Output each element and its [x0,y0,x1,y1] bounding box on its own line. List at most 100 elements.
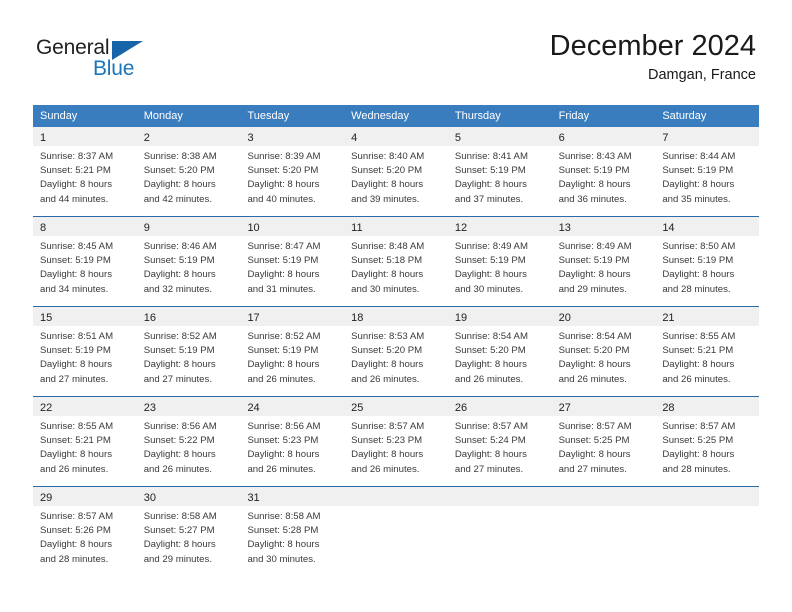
sunset-text: Sunset: 5:28 PM [247,525,319,537]
day-number-band: 21 [655,307,760,326]
sunset-text: Sunset: 5:19 PM [662,255,734,267]
day-number-band: 9 [136,217,241,236]
calendar-day-cell-27[interactable]: 27 Sunrise: 8:57 AM Sunset: 5:25 PM Dayl… [551,397,656,486]
calendar-day-cell-23[interactable]: 23 Sunrise: 8:56 AM Sunset: 5:22 PM Dayl… [136,397,241,486]
sunrise-text: Sunrise: 8:54 AM [558,331,632,342]
sunrise-text: Sunrise: 8:49 AM [454,241,528,252]
day-number-band: 25 [344,397,448,416]
day-number: 15 [40,312,53,324]
calendar-day-cell-24[interactable]: 24 Sunrise: 8:56 AM Sunset: 5:23 PM Dayl… [240,397,345,486]
calendar-week-row-3: 15 Sunrise: 8:51 AM Sunset: 5:19 PM Dayl… [33,306,760,396]
calendar-day-cell-18[interactable]: 18 Sunrise: 8:53 AM Sunset: 5:20 PM Dayl… [344,307,448,396]
calendar-day-cell-22[interactable]: 22 Sunrise: 8:55 AM Sunset: 5:21 PM Dayl… [33,397,137,486]
daylight-text-line2: and 37 minutes. [454,193,524,205]
calendar-day-cell-8[interactable]: 8 Sunrise: 8:45 AM Sunset: 5:19 PM Dayli… [33,217,137,306]
calendar-day-cell-5[interactable]: 5 Sunrise: 8:41 AM Sunset: 5:19 PM Dayli… [447,127,552,216]
calendar-day-cell-15[interactable]: 15 Sunrise: 8:51 AM Sunset: 5:19 PM Dayl… [33,307,137,396]
sunrise-text: Sunrise: 8:57 AM [351,421,425,432]
sunrise-text: Sunrise: 8:49 AM [558,241,632,252]
day-number: 1 [40,132,47,144]
daylight-text-line1: Daylight: 8 hours [558,359,631,371]
sunset-text: Sunset: 5:19 PM [558,255,630,267]
day-details: Sunrise: 8:49 AM Sunset: 5:19 PM Dayligh… [448,236,552,297]
daylight-text-line2: and 27 minutes. [40,373,109,385]
day-details: Sunrise: 8:53 AM Sunset: 5:20 PM Dayligh… [344,326,448,387]
calendar-day-cell-3[interactable]: 3 Sunrise: 8:39 AM Sunset: 5:20 PM Dayli… [240,127,345,216]
daylight-text-line2: and 30 minutes. [351,283,420,295]
calendar-day-cell-4[interactable]: 4 Sunrise: 8:40 AM Sunset: 5:20 PM Dayli… [344,127,448,216]
day-number: 10 [247,222,260,234]
day-number: 4 [351,132,358,144]
daylight-text-line2: and 36 minutes. [558,193,627,205]
day-details [344,506,448,510]
weekday-header-wednesday: Wednesday [351,110,410,122]
sunrise-text: Sunrise: 8:56 AM [247,421,321,432]
calendar-day-cell-29[interactable]: 29 Sunrise: 8:57 AM Sunset: 5:26 PM Dayl… [33,487,137,576]
page-title: December 2024 [549,30,756,62]
daylight-text-line1: Daylight: 8 hours [454,179,527,191]
sunrise-text: Sunrise: 8:47 AM [247,241,321,252]
daylight-text-line2: and 26 minutes. [40,463,109,475]
day-details: Sunrise: 8:57 AM Sunset: 5:23 PM Dayligh… [344,416,448,477]
daylight-text-line1: Daylight: 8 hours [454,269,527,281]
calendar-day-cell-9[interactable]: 9 Sunrise: 8:46 AM Sunset: 5:19 PM Dayli… [136,217,241,306]
daylight-text-line1: Daylight: 8 hours [40,179,112,191]
day-number-band: 28 [655,397,760,416]
day-number: 24 [247,402,260,414]
calendar-day-cell-6[interactable]: 6 Sunrise: 8:43 AM Sunset: 5:19 PM Dayli… [551,127,656,216]
daylight-text-line1: Daylight: 8 hours [351,269,424,281]
daylight-text-line2: and 28 minutes. [662,463,731,475]
day-details: Sunrise: 8:57 AM Sunset: 5:25 PM Dayligh… [552,416,656,477]
calendar-day-cell-12[interactable]: 12 Sunrise: 8:49 AM Sunset: 5:19 PM Dayl… [447,217,552,306]
day-number-band: 22 [33,397,137,416]
calendar-day-cell-2[interactable]: 2 Sunrise: 8:38 AM Sunset: 5:20 PM Dayli… [136,127,241,216]
sunset-text: Sunset: 5:20 PM [454,345,526,357]
calendar-day-cell-14[interactable]: 14 Sunrise: 8:50 AM Sunset: 5:19 PM Dayl… [655,217,760,306]
day-details: Sunrise: 8:44 AM Sunset: 5:19 PM Dayligh… [655,146,759,207]
daylight-text-line1: Daylight: 8 hours [662,179,735,191]
sunset-text: Sunset: 5:27 PM [143,525,215,537]
calendar-day-cell-25[interactable]: 25 Sunrise: 8:57 AM Sunset: 5:23 PM Dayl… [344,397,448,486]
day-details: Sunrise: 8:58 AM Sunset: 5:28 PM Dayligh… [240,506,344,567]
calendar-day-cell-30[interactable]: 30 Sunrise: 8:58 AM Sunset: 5:27 PM Dayl… [136,487,241,576]
sunset-text: Sunset: 5:26 PM [40,525,111,537]
daylight-text-line1: Daylight: 8 hours [351,449,424,461]
calendar-day-cell-7[interactable]: 7 Sunrise: 8:44 AM Sunset: 5:19 PM Dayli… [655,127,760,216]
daylight-text-line1: Daylight: 8 hours [558,179,631,191]
calendar-day-cell-10[interactable]: 10 Sunrise: 8:47 AM Sunset: 5:19 PM Dayl… [240,217,345,306]
daylight-text-line1: Daylight: 8 hours [40,359,112,371]
calendar-day-cell-11[interactable]: 11 Sunrise: 8:48 AM Sunset: 5:18 PM Dayl… [344,217,448,306]
calendar-day-cell-16[interactable]: 16 Sunrise: 8:52 AM Sunset: 5:19 PM Dayl… [136,307,241,396]
day-number-band: 23 [136,397,241,416]
day-number-band [344,487,448,506]
day-details [552,506,656,510]
daylight-text-line1: Daylight: 8 hours [662,359,735,371]
calendar-day-cell-20[interactable]: 20 Sunrise: 8:54 AM Sunset: 5:20 PM Dayl… [551,307,656,396]
calendar-day-cell-19[interactable]: 19 Sunrise: 8:54 AM Sunset: 5:20 PM Dayl… [447,307,552,396]
sunrise-text: Sunrise: 8:57 AM [662,421,736,432]
day-details: Sunrise: 8:45 AM Sunset: 5:19 PM Dayligh… [33,236,137,297]
calendar-day-cell-17[interactable]: 17 Sunrise: 8:52 AM Sunset: 5:19 PM Dayl… [240,307,345,396]
day-details [655,506,759,510]
sunrise-text: Sunrise: 8:58 AM [247,511,321,522]
daylight-text-line1: Daylight: 8 hours [247,539,320,551]
day-number: 30 [143,492,156,504]
calendar-day-cell-28[interactable]: 28 Sunrise: 8:57 AM Sunset: 5:25 PM Dayl… [655,397,760,486]
daylight-text-line2: and 39 minutes. [351,193,420,205]
daylight-text-line1: Daylight: 8 hours [662,269,735,281]
daylight-text-line2: and 40 minutes. [247,193,316,205]
daylight-text-line1: Daylight: 8 hours [247,359,320,371]
calendar-day-cell-26[interactable]: 26 Sunrise: 8:57 AM Sunset: 5:24 PM Dayl… [447,397,552,486]
calendar-day-cell-13[interactable]: 13 Sunrise: 8:49 AM Sunset: 5:19 PM Dayl… [551,217,656,306]
sunrise-text: Sunrise: 8:43 AM [558,151,632,162]
generalblue-logo[interactable]: General Blue [36,36,166,84]
day-number-band: 18 [344,307,448,326]
calendar-day-cell-1[interactable]: 1 Sunrise: 8:37 AM Sunset: 5:21 PM Dayli… [33,127,137,216]
calendar-day-cell-21[interactable]: 21 Sunrise: 8:55 AM Sunset: 5:21 PM Dayl… [655,307,760,396]
calendar-day-cell-31[interactable]: 31 Sunrise: 8:58 AM Sunset: 5:28 PM Dayl… [240,487,345,576]
daylight-text-line2: and 31 minutes. [247,283,316,295]
sunset-text: Sunset: 5:23 PM [351,435,423,447]
daylight-text-line1: Daylight: 8 hours [40,269,112,281]
day-number: 23 [143,402,156,414]
sunset-text: Sunset: 5:25 PM [662,435,734,447]
